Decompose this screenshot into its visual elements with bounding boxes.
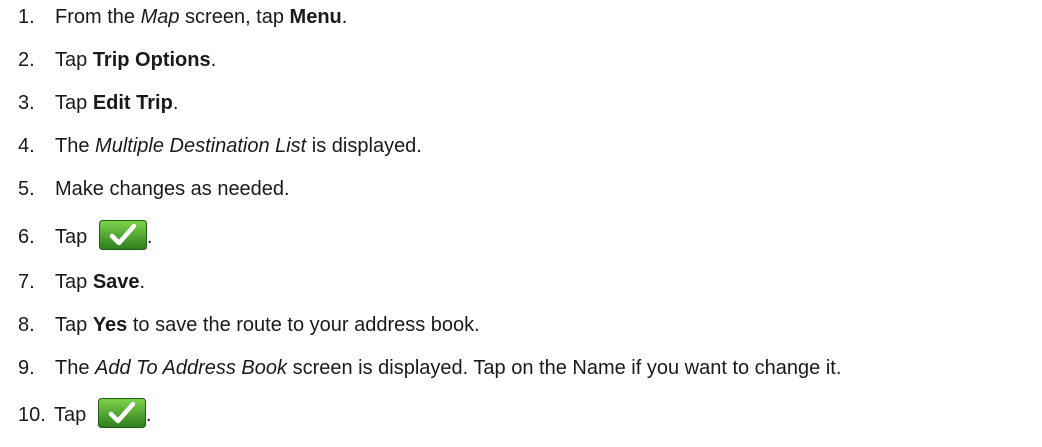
button-name: Menu [289,6,342,28]
step-2: 2. Tap Trip Options. [18,46,216,74]
screen-name: Map [140,6,180,28]
step-number: 10. [18,404,46,426]
step-number: 6. [18,226,35,248]
step-text: . [146,226,153,248]
step-number: 2. [18,49,35,71]
step-number: 5. [18,178,35,200]
step-number: 1. [18,6,35,28]
screen-name: Add To Address Book [95,357,288,379]
step-text: Tap [55,92,93,114]
step-1: 1. From the Map screen, tap Menu. [18,3,347,31]
step-number: 9. [18,357,35,379]
step-text: Tap [55,226,93,248]
step-number: 3. [18,92,35,114]
step-7: 7. Tap Save. [18,268,145,296]
step-text: . [341,6,348,28]
instruction-list: 1. From the Map screen, tap Menu. 2. Tap T… [0,0,1042,447]
screen-name: Multiple Destination List [95,135,307,157]
step-number: 7. [18,271,35,293]
step-9: 9. The Add To Address Book screen is disp… [18,354,841,382]
step-text: . [210,49,217,71]
step-text: Tap [55,49,93,71]
step-text: Tap [54,404,92,426]
step-text: screen, tap [179,6,290,28]
button-name: Trip Options [92,49,211,71]
checkmark-button-icon [98,219,147,250]
button-name: Edit Trip [92,92,173,114]
button-name: Save [92,271,140,293]
step-text: The [55,135,96,157]
step-text: The [55,357,96,379]
step-text: Tap [55,271,93,293]
step-text: is displayed. [306,135,422,157]
button-name: Yes [92,314,128,336]
step-6: 6. Tap . [18,219,153,254]
step-number: 8. [18,314,35,336]
step-text: screen is displayed. Tap on the Name if … [287,357,842,379]
step-5: 5. Make changes as needed. [18,175,290,203]
checkmark-button-icon [97,397,146,428]
step-text: . [172,92,179,114]
step-number: 4. [18,135,35,157]
step-4: 4. The Multiple Destination List is displ… [18,132,422,160]
step-text: . [145,404,152,426]
step-text: . [139,271,146,293]
step-text: From the [55,6,141,28]
step-text: Tap [55,314,93,336]
step-text: Make changes as needed. [55,178,290,200]
step-3: 3. Tap Edit Trip. [18,89,178,117]
step-8: 8. Tap Yes to save the route to your addr… [18,311,480,339]
step-text: to save the route to your address book. [127,314,480,336]
step-10: 10. Tap . [18,397,152,432]
